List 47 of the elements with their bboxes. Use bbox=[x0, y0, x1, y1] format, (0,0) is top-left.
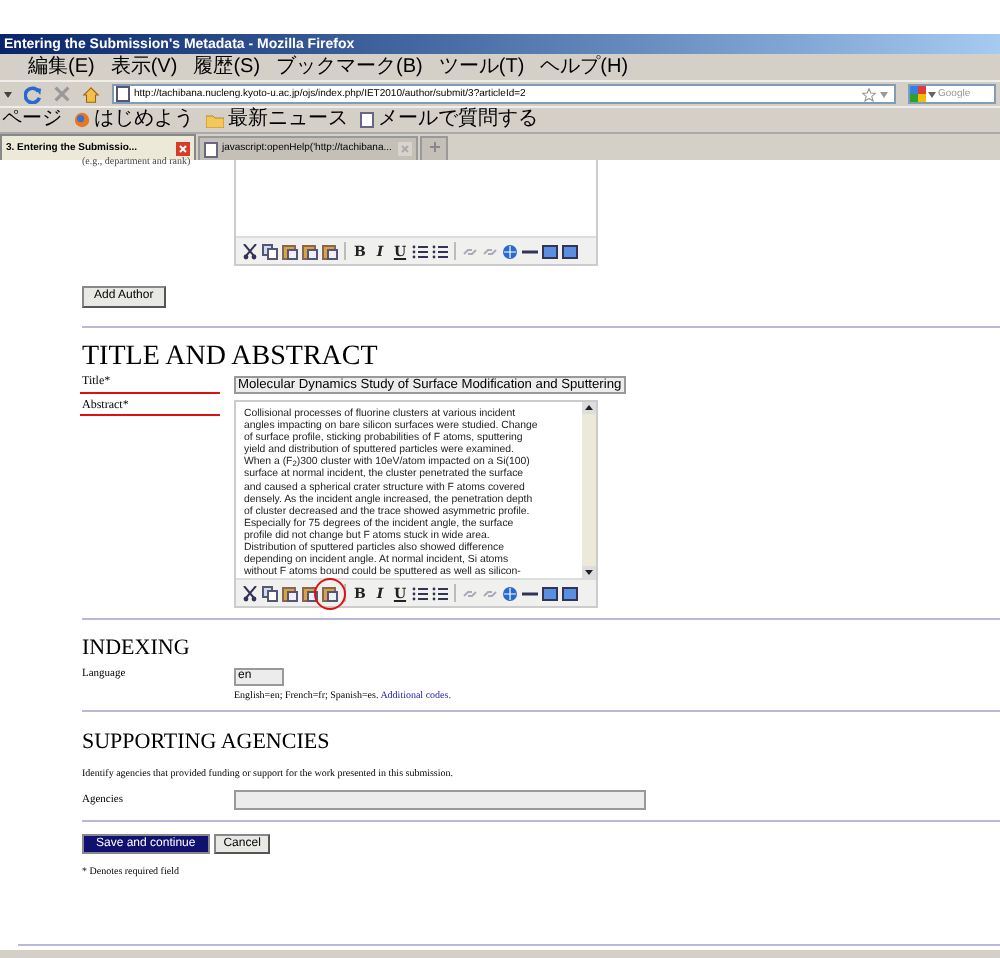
section-heading: INDEXING bbox=[82, 638, 192, 661]
globe-icon bbox=[74, 112, 90, 128]
scroll-up-icon[interactable] bbox=[582, 402, 596, 414]
menu-item[interactable]: ブックマーク(B) bbox=[276, 57, 423, 77]
list-icon[interactable] bbox=[432, 585, 448, 602]
toolbar-separator bbox=[344, 242, 346, 260]
menu-item[interactable]: ヘルプ(H) bbox=[540, 57, 629, 77]
globe-icon[interactable] bbox=[502, 585, 518, 602]
star-icon[interactable] bbox=[862, 87, 876, 101]
menu-item[interactable]: 履歴(S) bbox=[193, 57, 261, 77]
dropdown-icon[interactable] bbox=[4, 91, 12, 97]
copy-icon[interactable] bbox=[262, 243, 278, 259]
scroll-down-icon[interactable] bbox=[582, 566, 596, 579]
scissors-icon[interactable] bbox=[242, 243, 258, 259]
window-icon[interactable] bbox=[542, 585, 558, 602]
paste-icon[interactable] bbox=[322, 585, 338, 602]
list-icon[interactable] bbox=[412, 585, 428, 602]
copy-icon[interactable] bbox=[262, 585, 278, 602]
page-icon bbox=[360, 112, 374, 128]
section-heading: TITLE AND ABSTRACT bbox=[82, 344, 380, 372]
menu-item[interactable]: 表示(V) bbox=[110, 57, 178, 77]
bookmark-link[interactable]: はじめよう bbox=[94, 110, 194, 130]
list-icon[interactable] bbox=[412, 243, 428, 259]
home-icon[interactable] bbox=[82, 85, 100, 103]
menu-item[interactable]: ツール(T) bbox=[438, 57, 525, 77]
agencies-field[interactable] bbox=[234, 790, 646, 811]
bookmark-link[interactable]: ページ bbox=[2, 110, 62, 130]
page-icon bbox=[116, 86, 130, 102]
dropdown-icon[interactable] bbox=[928, 91, 936, 97]
dropdown-icon[interactable] bbox=[880, 91, 888, 97]
abstract-editor[interactable] bbox=[234, 400, 598, 609]
search-engine-icon bbox=[910, 86, 926, 102]
menu-item[interactable]: 編集(E) bbox=[28, 57, 95, 77]
reload-icon[interactable] bbox=[24, 85, 42, 103]
list-icon[interactable] bbox=[432, 243, 448, 259]
page-icon bbox=[204, 141, 218, 157]
window-icon[interactable] bbox=[562, 585, 578, 602]
bookmark-link[interactable]: メールで質問する bbox=[378, 110, 538, 130]
folder-icon bbox=[206, 113, 224, 127]
plus-icon bbox=[429, 141, 439, 152]
paste-icon[interactable] bbox=[302, 585, 318, 602]
scissors-icon[interactable] bbox=[242, 585, 258, 602]
bookmark-link[interactable]: 最新ニュース bbox=[228, 110, 348, 130]
globe-icon[interactable] bbox=[502, 243, 518, 259]
paste-icon[interactable] bbox=[282, 585, 298, 602]
toolbar-separator bbox=[454, 242, 456, 260]
section-heading: SUPPORTING AGENCIES bbox=[82, 732, 332, 755]
